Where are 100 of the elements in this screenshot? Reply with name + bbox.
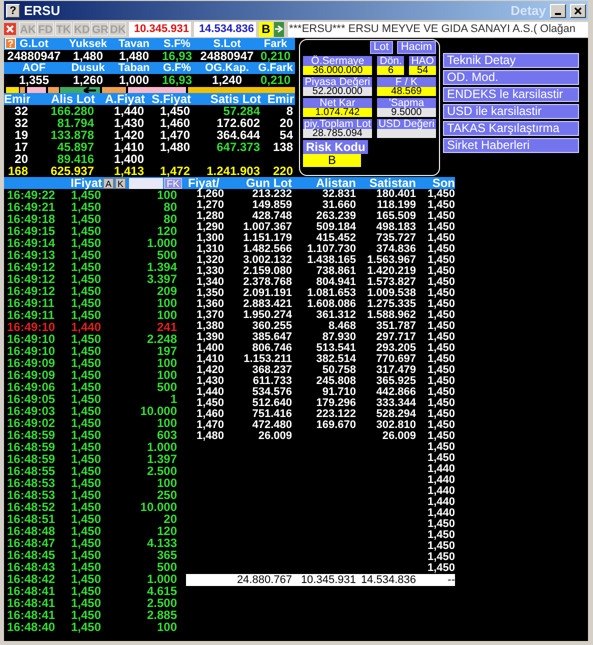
table-cell-text: 647.373: [216, 141, 261, 153]
table-cell-text: 1,440: [426, 508, 455, 519]
minimize-button[interactable]: [550, 4, 566, 18]
table-cell-text: 1.007.367: [242, 222, 292, 233]
lot-cell-text: 1.000: [146, 441, 177, 453]
table-cell-text: 1,450: [426, 431, 455, 442]
field-value: 52.200.000: [303, 87, 372, 96]
help-button[interactable]: ?: [6, 4, 20, 18]
table-cell-text: 1.107.730: [306, 244, 356, 255]
table-cell-text: 1,450: [426, 343, 455, 354]
menu-button[interactable]: OD. Mod.: [443, 70, 579, 85]
time-cell-text: 16:49:11: [7, 309, 56, 321]
stat-label: OG.Kap.: [198, 62, 256, 74]
stat-value: 1,240: [212, 74, 242, 86]
column-header[interactable]: Fiyat/: [186, 177, 224, 189]
table-cell-text: 1,450: [426, 365, 455, 376]
table-cell-text: 1,300: [195, 233, 224, 244]
price-cell-text: 1,450: [71, 417, 102, 429]
toggle-button[interactable]: Hacim: [396, 41, 436, 54]
table-cell-text: 751.416: [251, 409, 292, 420]
menu-button[interactable]: Teknik Detay: [443, 53, 579, 68]
table-cell-text: 1,400: [112, 153, 145, 165]
lot-cell-text: 100: [156, 369, 177, 381]
stat-value: 1,260: [72, 74, 104, 86]
help-button[interactable]: ?: [5, 38, 16, 49]
table-cell-text: 172.602: [216, 117, 261, 129]
table-cell-text: 1,440: [195, 387, 224, 398]
time-cell-text: 16:48:55: [7, 465, 56, 477]
price-cell-text: 1,450: [71, 585, 102, 597]
table-cell-text: 1,460: [158, 117, 191, 129]
column-header[interactable]: Son: [416, 177, 455, 189]
table-cell-text: 1,260: [196, 189, 224, 200]
table-cell-text: 735.727: [375, 233, 416, 244]
table-cell-text: 317.479: [375, 365, 416, 376]
column-header[interactable]: Gun Lot: [224, 177, 292, 189]
menu-button[interactable]: USD ile karsilastir: [443, 104, 579, 119]
column-header[interactable]: A.Fiyat: [96, 93, 146, 105]
column-header[interactable]: Alis Lot: [30, 93, 96, 105]
close-button[interactable]: [570, 4, 586, 18]
stat-value: 24880947: [6, 50, 62, 62]
table-cell-text: 180.401: [375, 189, 416, 200]
table-cell-text: 1,450: [426, 255, 455, 266]
time-cell-text: 16:49:10: [7, 333, 56, 345]
stat-value: 0,210: [259, 74, 292, 86]
table-cell-text: 138: [272, 141, 294, 153]
filter-field[interactable]: [129, 178, 163, 188]
field-label: 'Sapma: [376, 98, 436, 108]
time-cell-text: 16:49:03: [7, 405, 56, 417]
column-header[interactable]: Satistan: [356, 177, 416, 189]
price-cell-text: 1,450: [71, 441, 102, 453]
filter-button[interactable]: K: [115, 178, 126, 188]
table-cell-text: 263.239: [315, 211, 356, 222]
lot-cell-text: 2.248: [146, 333, 177, 345]
stat-label: AOF: [4, 62, 64, 74]
total-cell-text: 1,413: [112, 165, 145, 177]
table-cell-text: 1,440: [426, 475, 455, 486]
toggle-button[interactable]: Lot: [370, 41, 393, 54]
lot-cell-text: 20: [162, 513, 177, 525]
table-cell-text: 1.588.962: [366, 310, 416, 321]
column-header[interactable]: Alistan: [292, 177, 356, 189]
table-cell-text: 509.184: [315, 222, 356, 233]
table-cell-text: 1,360: [195, 299, 224, 310]
time-cell-text: 16:48:59: [7, 441, 56, 453]
window-subtitle: Detay: [510, 3, 546, 18]
total-cell-text: 14.534.836: [360, 574, 416, 586]
buy-total: 14.534.836: [194, 22, 256, 36]
menu-button[interactable]: ENDEKS le karsilastir: [443, 87, 579, 102]
table-cell-text: 1,400: [195, 343, 224, 354]
price-cell-text: 1,450: [71, 549, 102, 561]
time-cell-text: 16:49:12: [7, 273, 56, 285]
table-cell-text: 1,440: [426, 464, 455, 475]
time-cell-text: 16:49:12: [7, 261, 56, 273]
stat-label: Fark: [256, 38, 295, 50]
lot-cell-text: 10.000: [139, 405, 177, 417]
table-cell-text: 118.199: [376, 200, 416, 211]
stat-label: G.Fark: [256, 62, 295, 74]
menu-button[interactable]: TAKAS Karşılaştırma: [443, 121, 579, 136]
close-icon[interactable]: [574, 6, 582, 14]
stat-value: 1,000: [118, 74, 150, 86]
table-cell-text: 528.294: [375, 409, 416, 420]
column-header[interactable]: S.Fiyat: [146, 93, 192, 105]
column-header[interactable]: IFiyat: [4, 177, 102, 189]
table-cell-text: 32: [14, 117, 29, 129]
column-header[interactable]: Emir: [262, 93, 295, 105]
table-cell-text: 1,450: [426, 332, 455, 343]
table-cell-text: 512.640: [251, 398, 292, 409]
column-header[interactable]: Satis Lot: [192, 93, 262, 105]
stat-value: 1,480: [72, 50, 104, 62]
menu-button[interactable]: Sirket Haberleri: [443, 138, 579, 153]
price-cell-text: 1,450: [71, 453, 102, 465]
column-header[interactable]: Emir: [4, 93, 30, 105]
table-cell-text: 302.810: [375, 420, 416, 431]
price-cell-text: 1,450: [71, 249, 102, 261]
table-cell-text: 1,450: [426, 541, 455, 552]
time-cell-text: 16:48:42: [7, 573, 56, 585]
lot-cell-text: 100: [156, 477, 177, 489]
table-cell-text: 1,450: [426, 376, 455, 387]
filter-button[interactable]: FK: [164, 178, 182, 188]
time-cell-text: 16:49:21: [7, 201, 56, 213]
filter-button[interactable]: A: [103, 178, 114, 188]
